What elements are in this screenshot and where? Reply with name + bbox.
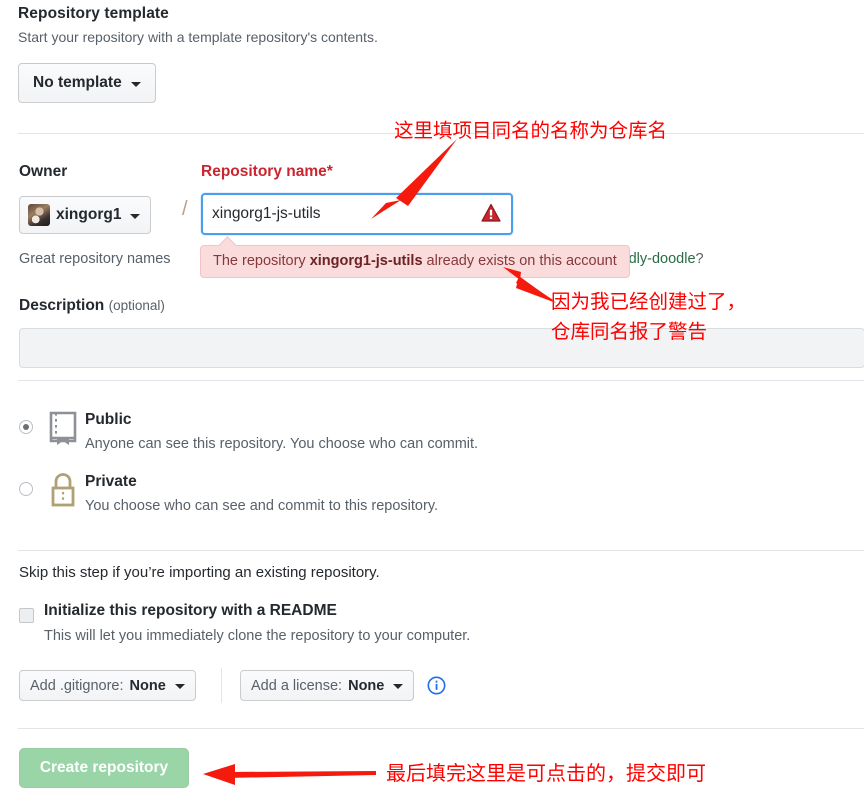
owner-repo-separator: / (182, 198, 188, 220)
arrow-to-create-button (203, 764, 376, 785)
lock-icon (51, 473, 75, 507)
create-repository-button[interactable]: Create repository (19, 748, 189, 788)
info-circle-icon[interactable] (427, 676, 446, 695)
error-text-before: The repository (213, 253, 310, 269)
visibility-option-private[interactable]: Private You choose who can see and commi… (19, 470, 639, 522)
description-label-text: Description (19, 297, 105, 314)
radio-public[interactable] (19, 420, 33, 434)
gitignore-dropdown-button[interactable]: Add .gitignore: None (19, 670, 196, 701)
chevron-down-icon (174, 684, 185, 689)
divider-visibility (18, 550, 864, 551)
owner-name-label: xingorg1 (56, 206, 122, 223)
private-title: Private (85, 473, 137, 490)
no-template-label: No template (33, 74, 122, 91)
repository-template-subtitle: Start your repository with a template re… (18, 29, 378, 45)
annotation-duplicate-warning: 因为我已经创建过了， 仓库同名报了警告 (551, 290, 747, 343)
divider-description (18, 380, 864, 381)
skip-step-note: Skip this step if you’re importing an ex… (19, 564, 380, 581)
hint-suggestion[interactable]: ddly-doodle (621, 251, 696, 267)
new-repository-form: Repository template Start your repositor… (0, 0, 864, 803)
radio-private[interactable] (19, 482, 33, 496)
readme-checkbox[interactable] (19, 608, 34, 623)
create-repository-label: Create repository (39, 759, 169, 776)
divider-submit (18, 728, 864, 729)
description-optional-text: (optional) (108, 298, 165, 313)
hint-prefix: Great repository names (19, 251, 171, 267)
annotation-repo-name: 这里填项目同名的名称为仓库名 (394, 119, 668, 142)
private-description: You choose who can see and commit to thi… (85, 498, 439, 514)
public-title: Public (85, 411, 132, 428)
public-description: Anyone can see this repository. You choo… (85, 436, 479, 452)
repository-name-label-text: Repository name (201, 163, 327, 180)
owner-dropdown-button[interactable]: xingorg1 (19, 196, 152, 234)
annotation-submit: 最后填完这里是可点击的，提交即可 (386, 761, 706, 785)
dropdown-divider (221, 668, 222, 703)
visibility-option-public[interactable]: Public Anyone can see this repository. Y… (19, 408, 639, 460)
hint-question-mark: ? (695, 251, 704, 267)
repository-name-label: Repository name* (201, 163, 333, 181)
license-prefix-label: Add a license: (251, 677, 343, 694)
chevron-down-icon (130, 213, 141, 219)
chevron-down-icon (393, 684, 404, 689)
readme-label[interactable]: Initialize this repository with a README (44, 602, 337, 620)
description-label: Description (optional) (19, 297, 165, 315)
error-repo-name: xingorg1-js-utils (309, 253, 423, 269)
repository-template-section: Repository template Start your repositor… (18, 5, 838, 45)
avatar (28, 204, 50, 226)
repository-template-title: Repository template (18, 5, 169, 22)
gitignore-value-label: None (129, 677, 166, 694)
warning-triangle-icon (481, 203, 501, 222)
license-dropdown-button[interactable]: Add a license: None (240, 670, 415, 701)
chevron-down-icon (130, 81, 141, 87)
no-template-dropdown-button[interactable]: No template (18, 63, 156, 103)
required-asterisk: * (326, 163, 333, 180)
repository-name-input[interactable] (201, 193, 513, 235)
readme-description: This will let you immediately clone the … (44, 628, 471, 644)
license-value-label: None (348, 677, 385, 694)
owner-label: Owner (19, 163, 68, 180)
gitignore-prefix-label: Add .gitignore: (30, 677, 124, 694)
repository-name-error-tooltip: The repository xingorg1-js-utils already… (200, 245, 630, 278)
error-text-after: already exists on this account (422, 253, 617, 269)
repo-book-icon (49, 411, 77, 445)
